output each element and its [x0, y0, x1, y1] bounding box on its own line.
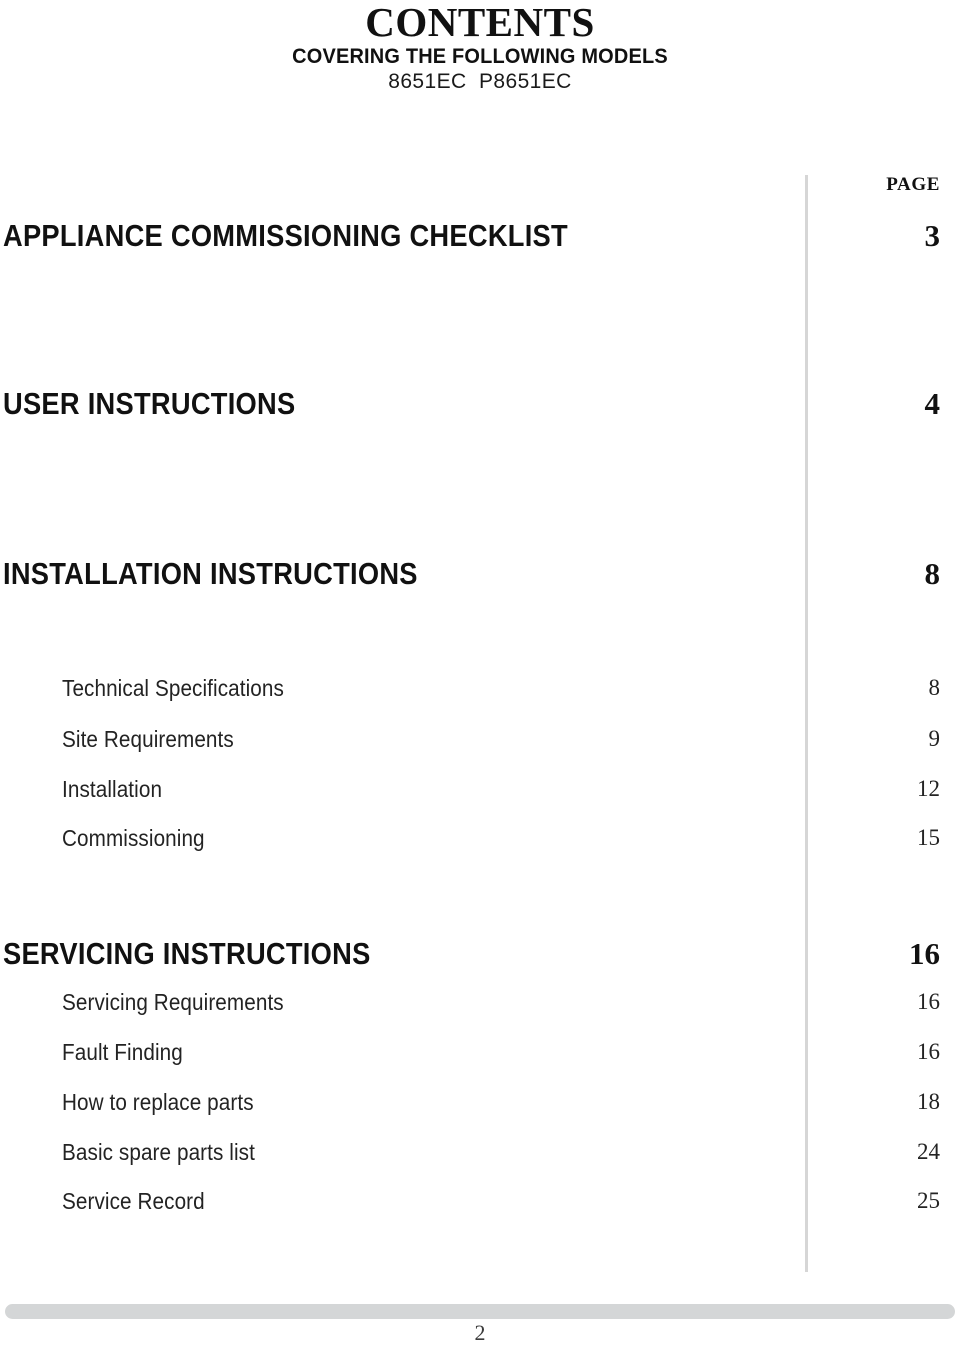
- toc-subitem-label: Basic spare parts list: [62, 1139, 255, 1165]
- toc-subitem-label: Site Requirements: [62, 726, 234, 752]
- toc-page-number: 9: [928, 726, 941, 751]
- toc-subitem-label: Technical Specifications: [62, 675, 284, 701]
- toc-subitem-label: How to replace parts: [62, 1089, 254, 1115]
- toc-subitem-label: Servicing Requirements: [62, 989, 284, 1015]
- toc-section-label: INSTALLATION INSTRUCTIONS: [3, 556, 418, 591]
- toc-page-number: 4: [924, 386, 941, 421]
- toc-page-number: 18: [917, 1089, 940, 1114]
- model-numbers-line: 8651EC P8651EC: [388, 70, 572, 93]
- toc-page-number: 15: [917, 825, 940, 850]
- toc-page-number: 16: [917, 1039, 940, 1064]
- page-column-divider: [805, 175, 808, 1272]
- toc-page-number: 16: [917, 989, 940, 1014]
- toc-page-number: 8: [928, 675, 941, 700]
- toc-section-label: USER INSTRUCTIONS: [3, 386, 296, 421]
- toc-subitem-label: Installation: [62, 776, 163, 802]
- toc-subitem-label: Commissioning: [62, 825, 205, 851]
- document-subtitle: COVERING THE FOLLOWING MODELS: [292, 45, 668, 68]
- toc-page-number: 8: [924, 556, 941, 591]
- document-title-block: CONTENTS COVERING THE FOLLOWING MODELS 8…: [0, 0, 960, 95]
- page-column-header-label: PAGE: [886, 174, 940, 195]
- footer-divider-bar: [5, 1304, 955, 1319]
- toc-page-number: 16: [909, 936, 940, 971]
- footer-page-number: 2: [474, 1320, 486, 1345]
- toc-subitem-label: Service Record: [62, 1188, 205, 1214]
- toc-page-number: 3: [924, 218, 941, 253]
- toc-page-number: 24: [917, 1139, 940, 1164]
- toc-subitem-label: Fault Finding: [62, 1039, 183, 1065]
- toc-page-number: 25: [917, 1188, 940, 1213]
- toc-section-label: SERVICING INSTRUCTIONS: [3, 936, 371, 971]
- toc-section-label: APPLIANCE COMMISSIONING CHECKLIST: [3, 218, 568, 253]
- toc-page-number: 12: [917, 776, 940, 801]
- page-title: CONTENTS: [365, 0, 595, 45]
